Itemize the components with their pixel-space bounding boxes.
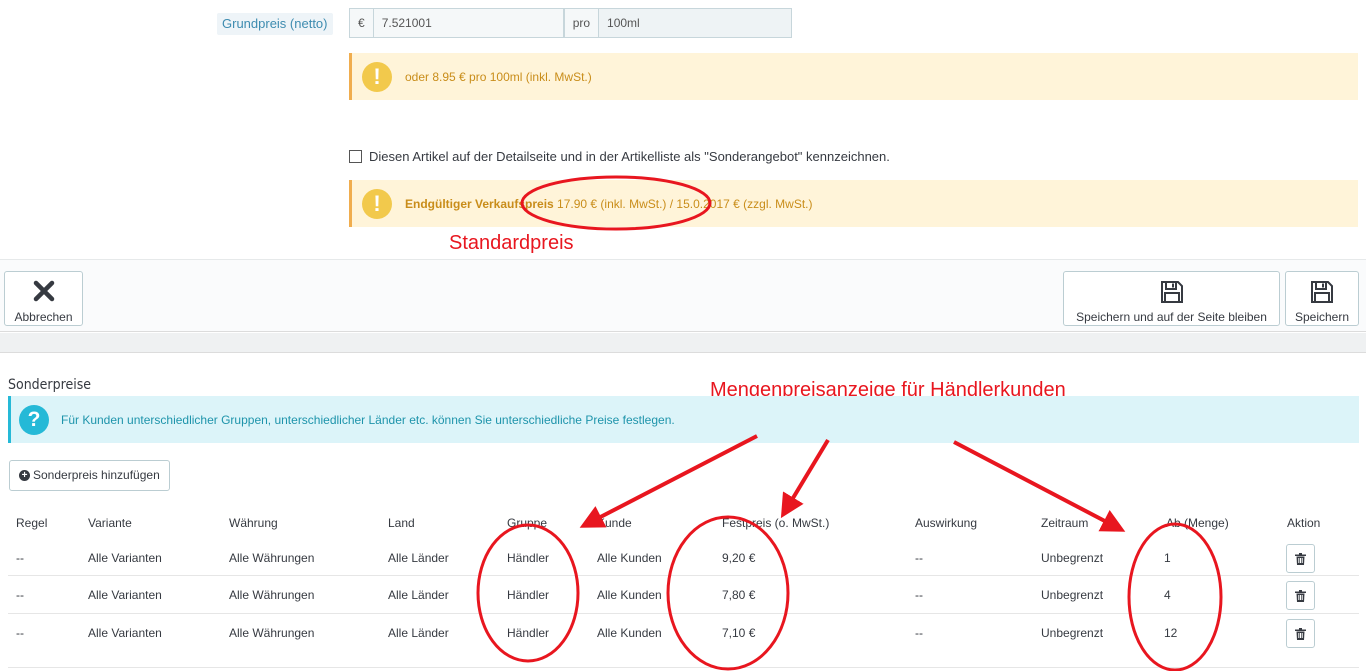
per-addon: pro — [563, 9, 600, 37]
cell-currency: Alle Währungen — [229, 551, 315, 565]
unit-input[interactable]: 100ml — [599, 9, 791, 37]
save-label: Speichern — [1294, 310, 1350, 324]
floppy-disk-icon — [1311, 281, 1333, 303]
currency-addon: € — [350, 9, 374, 37]
close-icon — [33, 280, 54, 302]
warning-icon: ! — [362, 61, 392, 92]
cancel-label: Abbrechen — [14, 310, 73, 324]
column-header-period: Zeitraum — [1041, 516, 1089, 530]
special-offer-checkbox[interactable] — [349, 150, 362, 163]
column-header-country: Land — [388, 516, 415, 530]
unit-price-hint: oder 8.95 € pro 100ml (inkl. MwSt.) — [405, 69, 592, 84]
cell-group: Händler — [507, 551, 550, 565]
cell-fixed-price: 7,10 € — [722, 626, 756, 640]
final-price-alert: ! Endgültiger Verkaufspreis 17.90 € (ink… — [349, 180, 1358, 227]
add-special-price-button[interactable]: + Sonderpreis hinzufügen — [9, 460, 170, 491]
column-header-rule: Regel — [16, 516, 48, 530]
standard-price-annotation: Standardpreis — [449, 232, 574, 254]
delete-button[interactable] — [1286, 619, 1315, 648]
cell-variant: Alle Varianten — [88, 551, 162, 565]
column-header-fixed-price: Festpreis (o. MwSt.) — [722, 516, 830, 530]
save-and-stay-button[interactable]: Speichern und auf der Seite bleiben — [1063, 271, 1280, 326]
cell-customer: Alle Kunden — [597, 551, 662, 565]
delete-button[interactable] — [1286, 581, 1315, 610]
column-header-group: Gruppe — [507, 516, 548, 530]
cell-rule: -- — [16, 551, 24, 565]
base-price-label: Grundpreis (netto) — [217, 13, 333, 35]
column-header-from-quantity: Ab (Menge) — [1166, 516, 1229, 530]
special-offer-row: Diesen Artikel auf der Detailseite und i… — [349, 149, 890, 164]
cell-currency: Alle Währungen — [229, 588, 315, 602]
question-icon: ? — [19, 404, 49, 435]
cancel-button[interactable]: Abbrechen — [4, 271, 83, 326]
row-divider — [8, 613, 1359, 614]
cell-period: Unbegrenzt — [1041, 551, 1104, 565]
delete-button[interactable] — [1286, 544, 1315, 573]
cell-impact: -- — [915, 626, 923, 640]
special-prices-info-alert: ? Für Kunden unterschiedlicher Gruppen, … — [8, 396, 1359, 443]
trash-icon — [1295, 552, 1306, 565]
cell-customer: Alle Kunden — [597, 588, 662, 602]
arrow-to-quantity — [953, 440, 1126, 532]
cell-fixed-price: 9,20 € — [722, 551, 756, 565]
add-special-price-label: Sonderpreis hinzufügen — [33, 468, 160, 482]
cell-from-quantity: 1 — [1164, 551, 1171, 565]
trash-icon — [1295, 589, 1306, 602]
base-price-input-group: € 7.521001 pro 100ml — [349, 8, 792, 38]
special-offer-label: Diesen Artikel auf der Detailseite und i… — [369, 149, 890, 164]
cell-group: Händler — [507, 626, 550, 640]
row-divider — [8, 667, 1359, 668]
cell-country: Alle Länder — [388, 551, 449, 565]
quantity-column-circle — [1127, 522, 1223, 671]
cell-country: Alle Länder — [388, 626, 449, 640]
footer-toolbar: Abbrechen Speichern und auf der Seite bl… — [0, 259, 1366, 332]
cell-customer: Alle Kunden — [597, 626, 662, 640]
cell-period: Unbegrenzt — [1041, 588, 1104, 602]
row-divider — [8, 575, 1359, 576]
cell-fixed-price: 7,80 € — [722, 588, 756, 602]
unit-price-alert: ! oder 8.95 € pro 100ml (inkl. MwSt.) — [349, 53, 1358, 100]
save-button[interactable]: Speichern — [1285, 271, 1359, 326]
cell-impact: -- — [915, 551, 923, 565]
cell-period: Unbegrenzt — [1041, 626, 1104, 640]
arrow-to-fixed-price — [780, 438, 830, 519]
cell-group: Händler — [507, 588, 550, 602]
cell-rule: -- — [16, 588, 24, 602]
trash-icon — [1295, 627, 1306, 640]
cell-country: Alle Länder — [388, 588, 449, 602]
warning-icon: ! — [362, 188, 392, 219]
cell-variant: Alle Varianten — [88, 588, 162, 602]
section-separator — [0, 333, 1366, 353]
base-price-input[interactable]: 7.521001 — [373, 9, 564, 37]
final-price-value: 17.90 € (inkl. MwSt.) / 15.0.2017 € (zzg… — [553, 196, 813, 211]
final-price-label: Endgültiger Verkaufspreis — [405, 196, 554, 211]
cell-rule: -- — [16, 626, 24, 640]
column-header-currency: Währung — [229, 516, 278, 530]
special-prices-title: Sonderpreise — [8, 377, 92, 393]
arrow-to-group — [579, 434, 758, 528]
column-header-variant: Variante — [88, 516, 132, 530]
save-and-stay-label: Speichern und auf der Seite bleiben — [1076, 310, 1267, 324]
cell-variant: Alle Varianten — [88, 626, 162, 640]
cell-from-quantity: 4 — [1164, 588, 1171, 602]
cell-from-quantity: 12 — [1164, 626, 1178, 640]
column-header-customer: Kunde — [597, 516, 632, 530]
column-header-impact: Auswirkung — [915, 516, 978, 530]
plus-circle-icon: + — [19, 470, 30, 481]
cell-impact: -- — [915, 588, 923, 602]
special-prices-info-text: Für Kunden unterschiedlicher Gruppen, un… — [61, 412, 675, 427]
column-header-action: Aktion — [1287, 516, 1321, 530]
floppy-disk-icon — [1160, 281, 1183, 303]
cell-currency: Alle Währungen — [229, 626, 315, 640]
